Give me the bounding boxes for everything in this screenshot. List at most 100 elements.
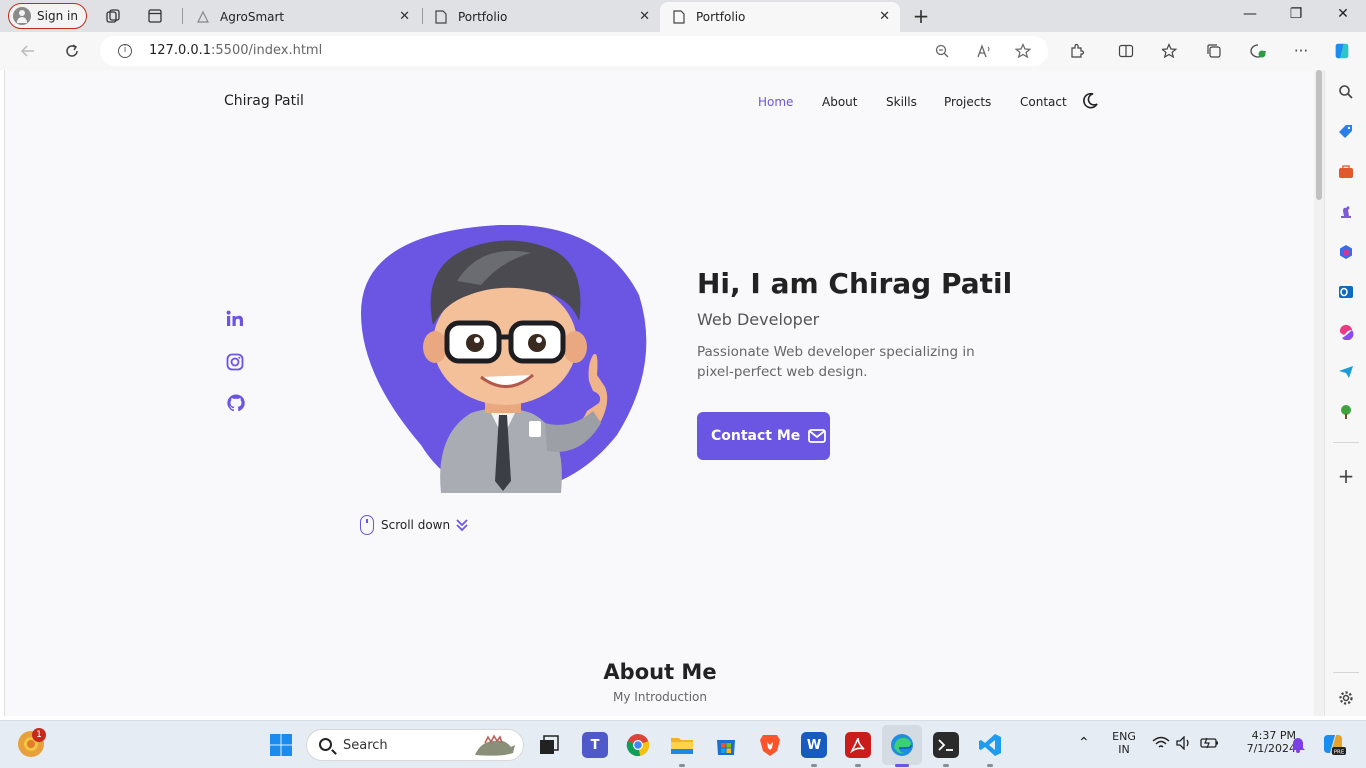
page-icon <box>434 10 448 24</box>
tab-actions-icon[interactable] <box>146 7 164 25</box>
close-tab-icon[interactable]: ✕ <box>879 9 890 24</box>
browser-essentials-icon[interactable] <box>1248 41 1268 61</box>
close-tab-icon[interactable]: ✕ <box>399 9 410 24</box>
settings-gear-icon[interactable] <box>1336 688 1356 708</box>
browser-tab-strip: Sign in AgroSmart ✕ Portfolio ✕ Portfoli… <box>0 0 1366 32</box>
shopping-tag-icon[interactable] <box>1336 122 1356 142</box>
nav-home[interactable]: Home <box>758 95 793 109</box>
nav-projects[interactable]: Projects <box>944 95 991 109</box>
task-view-icon[interactable] <box>536 732 562 758</box>
tab-portfolio[interactable]: Portfolio ✕ <box>422 2 660 32</box>
brave-browser-icon[interactable] <box>757 732 783 758</box>
clock-date: 7/1/2024 <box>1246 742 1296 755</box>
nav-skills[interactable]: Skills <box>886 95 917 109</box>
github-icon[interactable] <box>226 393 246 413</box>
minimize-icon[interactable]: — <box>1240 6 1260 22</box>
show-hidden-icons-chevron[interactable]: ⌃ <box>1078 735 1090 751</box>
wifi-icon[interactable] <box>1152 736 1170 753</box>
favorites-icon[interactable] <box>1160 41 1180 61</box>
region-code: IN <box>1118 743 1130 756</box>
url-text[interactable]: 127.0.0.1:5500/index.html <box>149 43 322 58</box>
favorite-star-icon[interactable] <box>1014 43 1032 59</box>
copilot-preview-icon[interactable]: PRE <box>1320 731 1346 760</box>
about-section-subtitle: My Introduction <box>613 690 707 704</box>
windows-start-icon[interactable] <box>268 732 294 758</box>
outlook-icon[interactable] <box>1336 282 1356 302</box>
edge-sidebar: + <box>1324 70 1366 716</box>
profile-signin-button[interactable]: Sign in <box>8 3 87 29</box>
extensions-icon[interactable] <box>1067 41 1087 61</box>
split-screen-icon[interactable] <box>1116 41 1136 61</box>
copilot-designer-icon[interactable] <box>1336 322 1356 342</box>
system-clock[interactable]: 4:37 PM 7/1/2024 <box>1226 729 1296 755</box>
nav-contact[interactable]: Contact <box>1020 95 1067 109</box>
profile-avatar-icon <box>13 7 31 25</box>
notification-badge: 1 <box>32 728 46 742</box>
envelope-icon <box>808 429 827 443</box>
input-language-indicator[interactable]: ENG IN <box>1108 730 1140 756</box>
terminal-icon[interactable] <box>933 732 959 758</box>
tab-title: Portfolio <box>458 10 508 24</box>
battery-icon[interactable] <box>1200 736 1220 753</box>
double-chevron-down-icon <box>456 519 468 532</box>
volume-icon[interactable] <box>1176 735 1192 753</box>
taskbar-search-box[interactable]: Search <box>306 729 524 761</box>
scroll-down-label: Scroll down <box>381 518 451 532</box>
tree-app-icon[interactable] <box>1336 402 1356 422</box>
clock-time: 4:37 PM <box>1251 729 1296 742</box>
acrobat-icon[interactable] <box>845 732 871 758</box>
telegram-send-icon[interactable] <box>1336 362 1356 382</box>
hero-description: Passionate Web developer specializing in… <box>697 344 975 380</box>
address-toolbar: i 127.0.0.1:5500/index.html ··· <box>0 32 1366 70</box>
close-tab-icon[interactable]: ✕ <box>639 9 650 24</box>
signin-label: Sign in <box>37 9 78 23</box>
tab-title: AgroSmart <box>220 10 285 24</box>
teams-icon[interactable]: T <box>582 732 608 758</box>
hero-title: Hi, I am Chirag Patil <box>697 267 1013 300</box>
word-icon[interactable]: W <box>801 732 827 758</box>
mouse-icon <box>360 515 374 535</box>
nav-about[interactable]: About <box>822 95 857 109</box>
zoom-icon[interactable] <box>934 43 950 59</box>
read-aloud-icon[interactable] <box>976 43 992 59</box>
more-options-icon[interactable]: ··· <box>1291 41 1311 61</box>
site-info-icon[interactable]: i <box>118 44 132 58</box>
vscode-icon[interactable] <box>977 732 1003 758</box>
back-arrow-icon[interactable] <box>18 41 38 61</box>
notification-bell-icon[interactable] <box>1290 735 1306 756</box>
search-placeholder: Search <box>343 737 388 753</box>
page-scrollbar[interactable] <box>1314 70 1324 716</box>
scroll-down-link[interactable]: Scroll down <box>360 515 469 535</box>
add-sidebar-app-icon[interactable]: + <box>1336 464 1356 488</box>
refresh-icon[interactable] <box>62 41 82 61</box>
site-logo[interactable]: Chirag Patil <box>224 93 304 109</box>
games-chess-icon[interactable] <box>1336 202 1356 222</box>
search-highlight-dinosaur-icon <box>475 734 515 756</box>
page-favicon-icon <box>196 10 210 24</box>
tab-agrosmart[interactable]: AgroSmart ✕ <box>184 2 420 32</box>
svg-text:PRE: PRE <box>1334 750 1345 756</box>
close-window-icon[interactable]: ✕ <box>1333 6 1353 22</box>
workspaces-icon[interactable] <box>104 7 122 25</box>
instagram-icon[interactable] <box>225 352 245 372</box>
restore-icon[interactable]: ❐ <box>1286 6 1306 22</box>
microsoft-365-icon[interactable] <box>1336 242 1356 262</box>
search-icon <box>319 738 332 751</box>
url-host: 127.0.0.1 <box>149 43 212 58</box>
linkedin-icon[interactable] <box>225 309 245 329</box>
collections-icon[interactable] <box>1204 41 1224 61</box>
new-tab-icon[interactable]: + <box>912 4 930 28</box>
scrollbar-thumb[interactable] <box>1316 70 1322 200</box>
edge-browser-icon[interactable] <box>889 732 915 758</box>
microsoft-store-icon[interactable] <box>713 732 739 758</box>
file-explorer-icon[interactable] <box>669 732 695 758</box>
address-bar[interactable]: i 127.0.0.1:5500/index.html <box>100 36 1048 66</box>
tools-briefcase-icon[interactable] <box>1336 162 1356 182</box>
dark-mode-moon-icon[interactable] <box>1081 92 1099 110</box>
search-icon[interactable] <box>1336 82 1356 102</box>
chrome-icon[interactable] <box>625 732 651 758</box>
profile-avatar-image <box>361 225 647 493</box>
copilot-icon[interactable] <box>1332 41 1352 61</box>
tab-portfolio-active[interactable]: Portfolio ✕ <box>660 2 900 32</box>
contact-me-button[interactable]: Contact Me <box>697 412 830 460</box>
